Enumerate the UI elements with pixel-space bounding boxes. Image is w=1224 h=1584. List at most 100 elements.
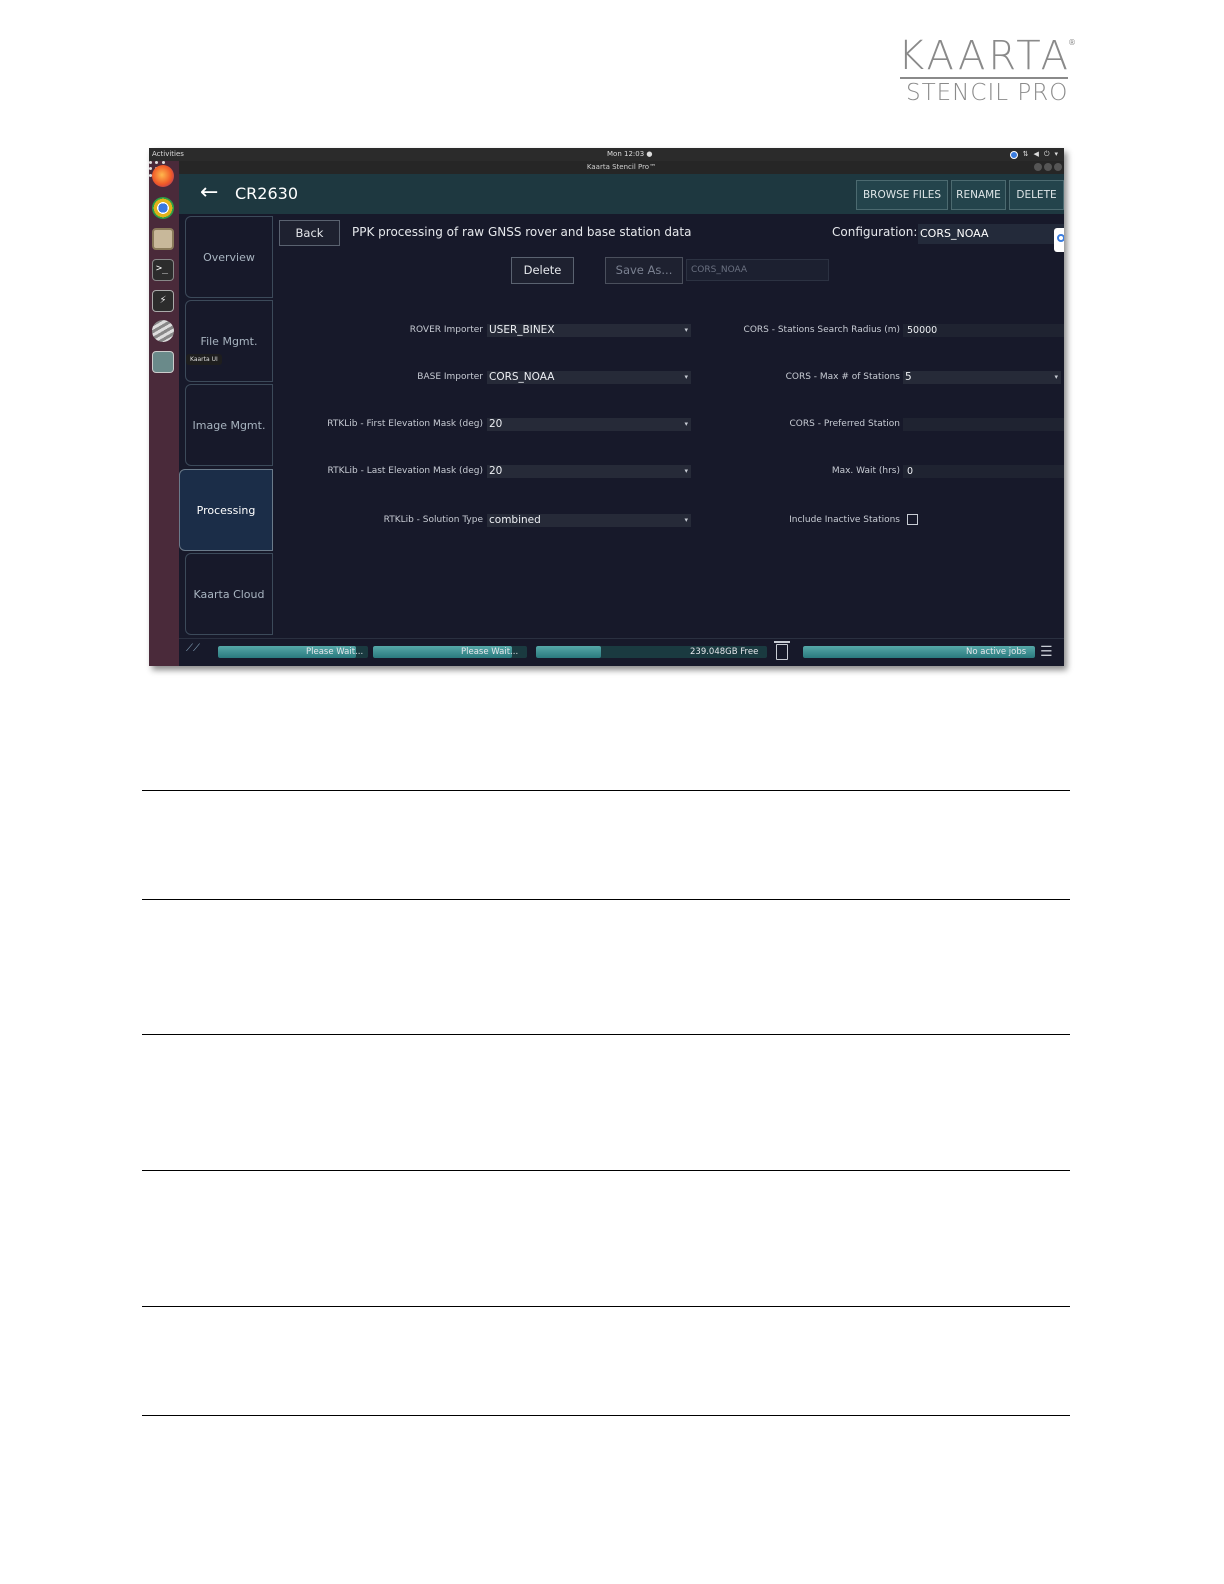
os-top-bar: Activities Mon 12:03 ● ⇅ ◀ ⏻ ▾ (149, 148, 1064, 161)
last-elevation-mask-select[interactable]: 20 ▾ (487, 465, 691, 478)
job-queue-icon[interactable]: ☰ (1040, 643, 1060, 661)
max-wait-label: Max. Wait (hrs) (831, 466, 900, 476)
update-icon[interactable] (1009, 150, 1018, 159)
preferred-station-label: CORS - Preferred Station (789, 419, 900, 429)
jobs-text: No active jobs (966, 647, 1027, 657)
status-bar: ⟋⟋ Please Wait... Please Wait... 239.048… (179, 638, 1064, 666)
dropdown-caret-icon: ▾ (684, 516, 688, 524)
activities-button[interactable]: Activities (152, 148, 184, 161)
back-arrow-icon[interactable]: ← (200, 182, 222, 204)
tab-image-mgmt[interactable]: Image Mgmt. (185, 384, 273, 466)
table-rule-1 (142, 790, 1070, 791)
search-radius-label: CORS - Stations Search Radius (m) (743, 325, 900, 335)
base-importer-value: CORS_NOAA (489, 371, 555, 383)
logo-registered-mark: ® (1068, 38, 1076, 47)
disk-space-text: 239.048GB Free (690, 647, 759, 657)
system-clock[interactable]: Mon 12:03 ● (607, 148, 653, 161)
os-dock: >_ ⚡ (149, 161, 179, 666)
dropdown-caret-icon: ▾ (684, 326, 688, 334)
dropdown-caret-icon: ▾ (1054, 373, 1058, 381)
app-screenshot: Activities Mon 12:03 ● ⇅ ◀ ⏻ ▾ Kaarta St… (149, 148, 1064, 666)
window-controls (1034, 163, 1062, 171)
tab-processing[interactable]: Processing (179, 469, 273, 551)
include-inactive-label: Include Inactive Stations (789, 515, 900, 525)
include-inactive-checkbox[interactable] (907, 514, 918, 525)
table-rule-6 (142, 1415, 1070, 1416)
dropdown-caret-icon: ▾ (684, 373, 688, 381)
network-icon[interactable]: ⇅ (1023, 148, 1029, 161)
chevron-down-icon[interactable]: ▾ (1054, 148, 1058, 161)
configuration-scroll-icon[interactable] (1054, 228, 1064, 252)
firefox-icon[interactable] (152, 165, 174, 187)
tab-overview[interactable]: Overview (185, 216, 273, 298)
maximize-button[interactable] (1044, 163, 1052, 171)
terminal-icon[interactable]: >_ (152, 259, 174, 281)
base-importer-select[interactable]: CORS_NOAA ▾ (487, 371, 691, 384)
disk-space-fill (536, 646, 601, 658)
system-tray[interactable]: ⇅ ◀ ⏻ ▾ (1009, 148, 1058, 161)
back-button[interactable]: Back (279, 220, 340, 246)
window-title: Kaarta Stencil Pro™ (586, 163, 657, 171)
search-radius-input[interactable]: 50000 (903, 324, 1064, 337)
logo-wordmark: KAARTA (898, 33, 1071, 79)
panel-heading: PPK processing of raw GNSS rover and bas… (352, 225, 692, 239)
save-as-name-field[interactable]: CORS_NOAA (686, 259, 829, 281)
table-rule-3 (142, 1034, 1070, 1035)
disc-drive-icon[interactable] (152, 320, 174, 342)
files-icon[interactable] (152, 228, 174, 250)
rename-button[interactable]: RENAME (951, 180, 1006, 210)
progress-bar-2: Please Wait... (373, 646, 527, 658)
max-stations-value: 5 (905, 371, 912, 383)
delete-project-button[interactable]: DELETE (1009, 180, 1064, 210)
configuration-select[interactable]: CORS_NOAA (918, 224, 1064, 244)
rover-importer-select[interactable]: USER_BINEX ▾ (487, 324, 691, 337)
browse-files-button[interactable]: BROWSE FILES (856, 180, 948, 210)
processing-panel: Back PPK processing of raw GNSS rover an… (273, 214, 1064, 638)
satellite-icon: ⟋⟋ (186, 643, 200, 654)
tab-kaarta-cloud[interactable]: Kaarta Cloud (185, 553, 273, 635)
dropdown-caret-icon: ▾ (684, 420, 688, 428)
close-button[interactable] (1054, 163, 1062, 171)
power-icon[interactable]: ⏻ (1044, 148, 1050, 161)
trash-icon[interactable] (774, 641, 790, 660)
max-stations-select[interactable]: 5 ▾ (903, 371, 1061, 384)
system-monitor-icon[interactable]: ⚡ (152, 290, 174, 312)
minimize-button[interactable] (1034, 163, 1042, 171)
last-elevation-mask-value: 20 (489, 465, 503, 477)
rover-importer-value: USER_BINEX (489, 324, 555, 336)
logo-product-name: STENCIL PRO (906, 80, 1069, 106)
kaarta-app-window: ← CR2630 BROWSE FILES RENAME DELETE Over… (179, 174, 1064, 666)
tab-file-mgmt[interactable]: File Mgmt. (185, 300, 273, 382)
jobs-bar: No active jobs (803, 646, 1035, 658)
solution-type-select[interactable]: combined ▾ (487, 514, 691, 527)
kaarta-ui-icon[interactable] (152, 351, 174, 373)
volume-icon[interactable]: ◀ (1034, 148, 1039, 161)
last-elevation-mask-label: RTKLib - Last Elevation Mask (deg) (327, 466, 484, 476)
save-as-button[interactable]: Save As... (605, 257, 683, 284)
preferred-station-input[interactable] (903, 418, 1064, 431)
configuration-label: Configuration: (832, 225, 918, 239)
rover-importer-label: ROVER Importer (409, 325, 483, 335)
first-elevation-mask-select[interactable]: 20 ▾ (487, 418, 691, 431)
app-header: ← CR2630 BROWSE FILES RENAME DELETE (179, 174, 1064, 214)
solution-type-label: RTKLib - Solution Type (383, 515, 483, 525)
progress-bar-1-text: Please Wait... (306, 647, 364, 657)
logo-divider (900, 77, 1068, 79)
solution-type-value: combined (489, 514, 541, 526)
window-titlebar: Kaarta Stencil Pro™ (179, 161, 1064, 174)
first-elevation-mask-label: RTKLib - First Elevation Mask (deg) (327, 419, 483, 429)
dock-tooltip: Kaarta UI (186, 354, 222, 365)
side-tabs: Overview File Mgmt. Image Mgmt. Processi… (179, 214, 273, 666)
table-rule-4 (142, 1170, 1070, 1171)
base-importer-label: BASE Importer (417, 372, 483, 382)
chrome-icon[interactable] (152, 197, 174, 219)
progress-bar-2-text: Please Wait... (461, 647, 519, 657)
max-wait-input[interactable]: 0 (903, 465, 1064, 478)
disk-space-bar: 239.048GB Free (536, 646, 767, 658)
project-title: CR2630 (235, 184, 299, 203)
delete-config-button[interactable]: Delete (511, 257, 574, 284)
dropdown-caret-icon: ▾ (684, 467, 688, 475)
max-stations-label: CORS - Max # of Stations (785, 372, 900, 382)
first-elevation-mask-value: 20 (489, 418, 503, 430)
table-rule-2 (142, 899, 1070, 900)
